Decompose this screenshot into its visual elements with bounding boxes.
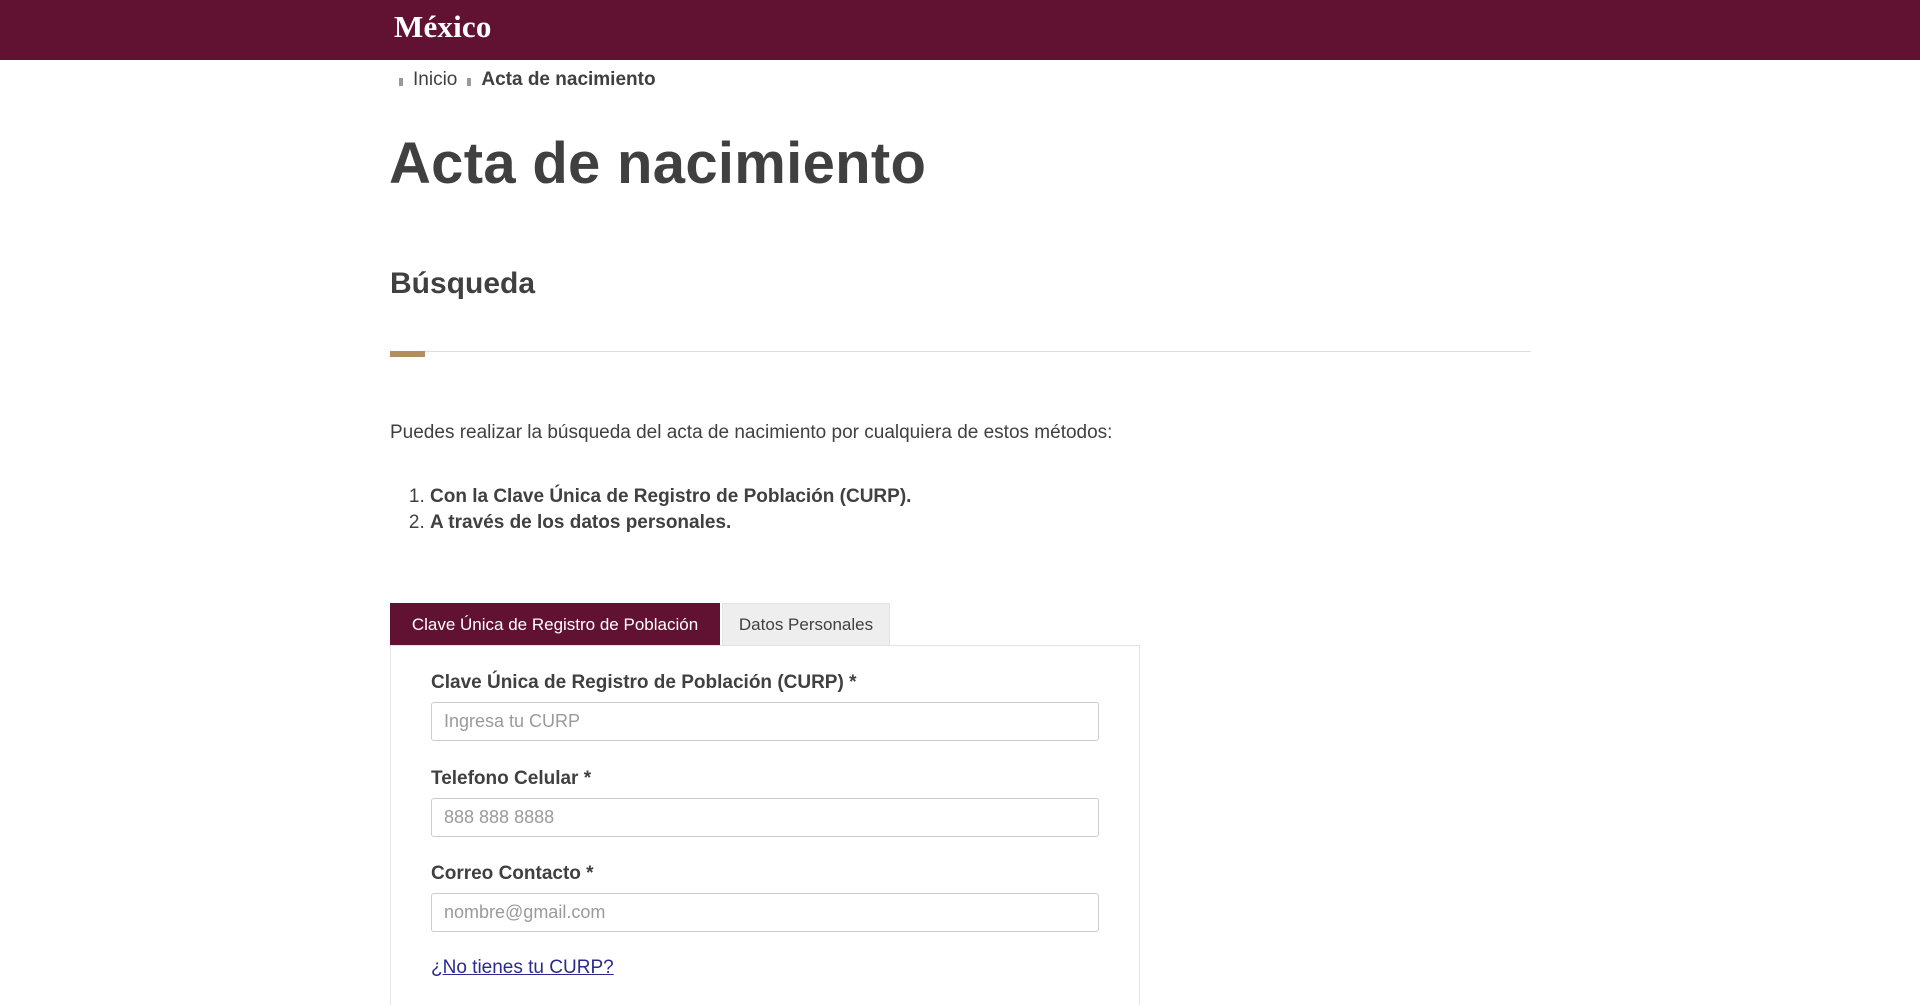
breadcrumb-home-link[interactable]: Inicio <box>413 69 457 91</box>
mexico-logo-link[interactable]: México <box>394 9 492 45</box>
methods-list: Con la Clave Única de Registro de Poblac… <box>390 484 911 536</box>
search-tabs: Clave Única de Registro de Población Dat… <box>390 603 890 646</box>
method-item-curp: Con la Clave Única de Registro de Poblac… <box>430 484 911 510</box>
section-title: Búsqueda <box>390 267 536 300</box>
curp-input[interactable] <box>431 702 1099 741</box>
top-navbar: México <box>0 0 1920 60</box>
breadcrumb-separator-icon <box>467 78 472 86</box>
page-title: Acta de nacimiento <box>389 131 927 196</box>
section-divider-accent <box>390 351 425 357</box>
email-input[interactable] <box>431 893 1099 932</box>
phone-label: Telefono Celular * <box>431 768 592 789</box>
breadcrumb: Inicio Acta de nacimiento <box>397 68 656 92</box>
section-divider <box>390 351 1531 352</box>
email-label: Correo Contacto * <box>431 863 594 884</box>
phone-input[interactable] <box>431 798 1099 837</box>
breadcrumb-current: Acta de nacimiento <box>481 69 656 90</box>
method-item-personal-data: A través de los datos personales. <box>430 510 911 536</box>
tab-curp[interactable]: Clave Única de Registro de Población <box>390 603 720 646</box>
curp-label: Clave Única de Registro de Población (CU… <box>431 672 857 693</box>
tab-personal-data[interactable]: Datos Personales <box>722 603 890 646</box>
breadcrumb-separator-icon <box>399 78 403 86</box>
intro-text: Puedes realizar la búsqueda del acta de … <box>390 422 1113 443</box>
no-curp-link[interactable]: ¿No tienes tu CURP? <box>431 957 614 979</box>
